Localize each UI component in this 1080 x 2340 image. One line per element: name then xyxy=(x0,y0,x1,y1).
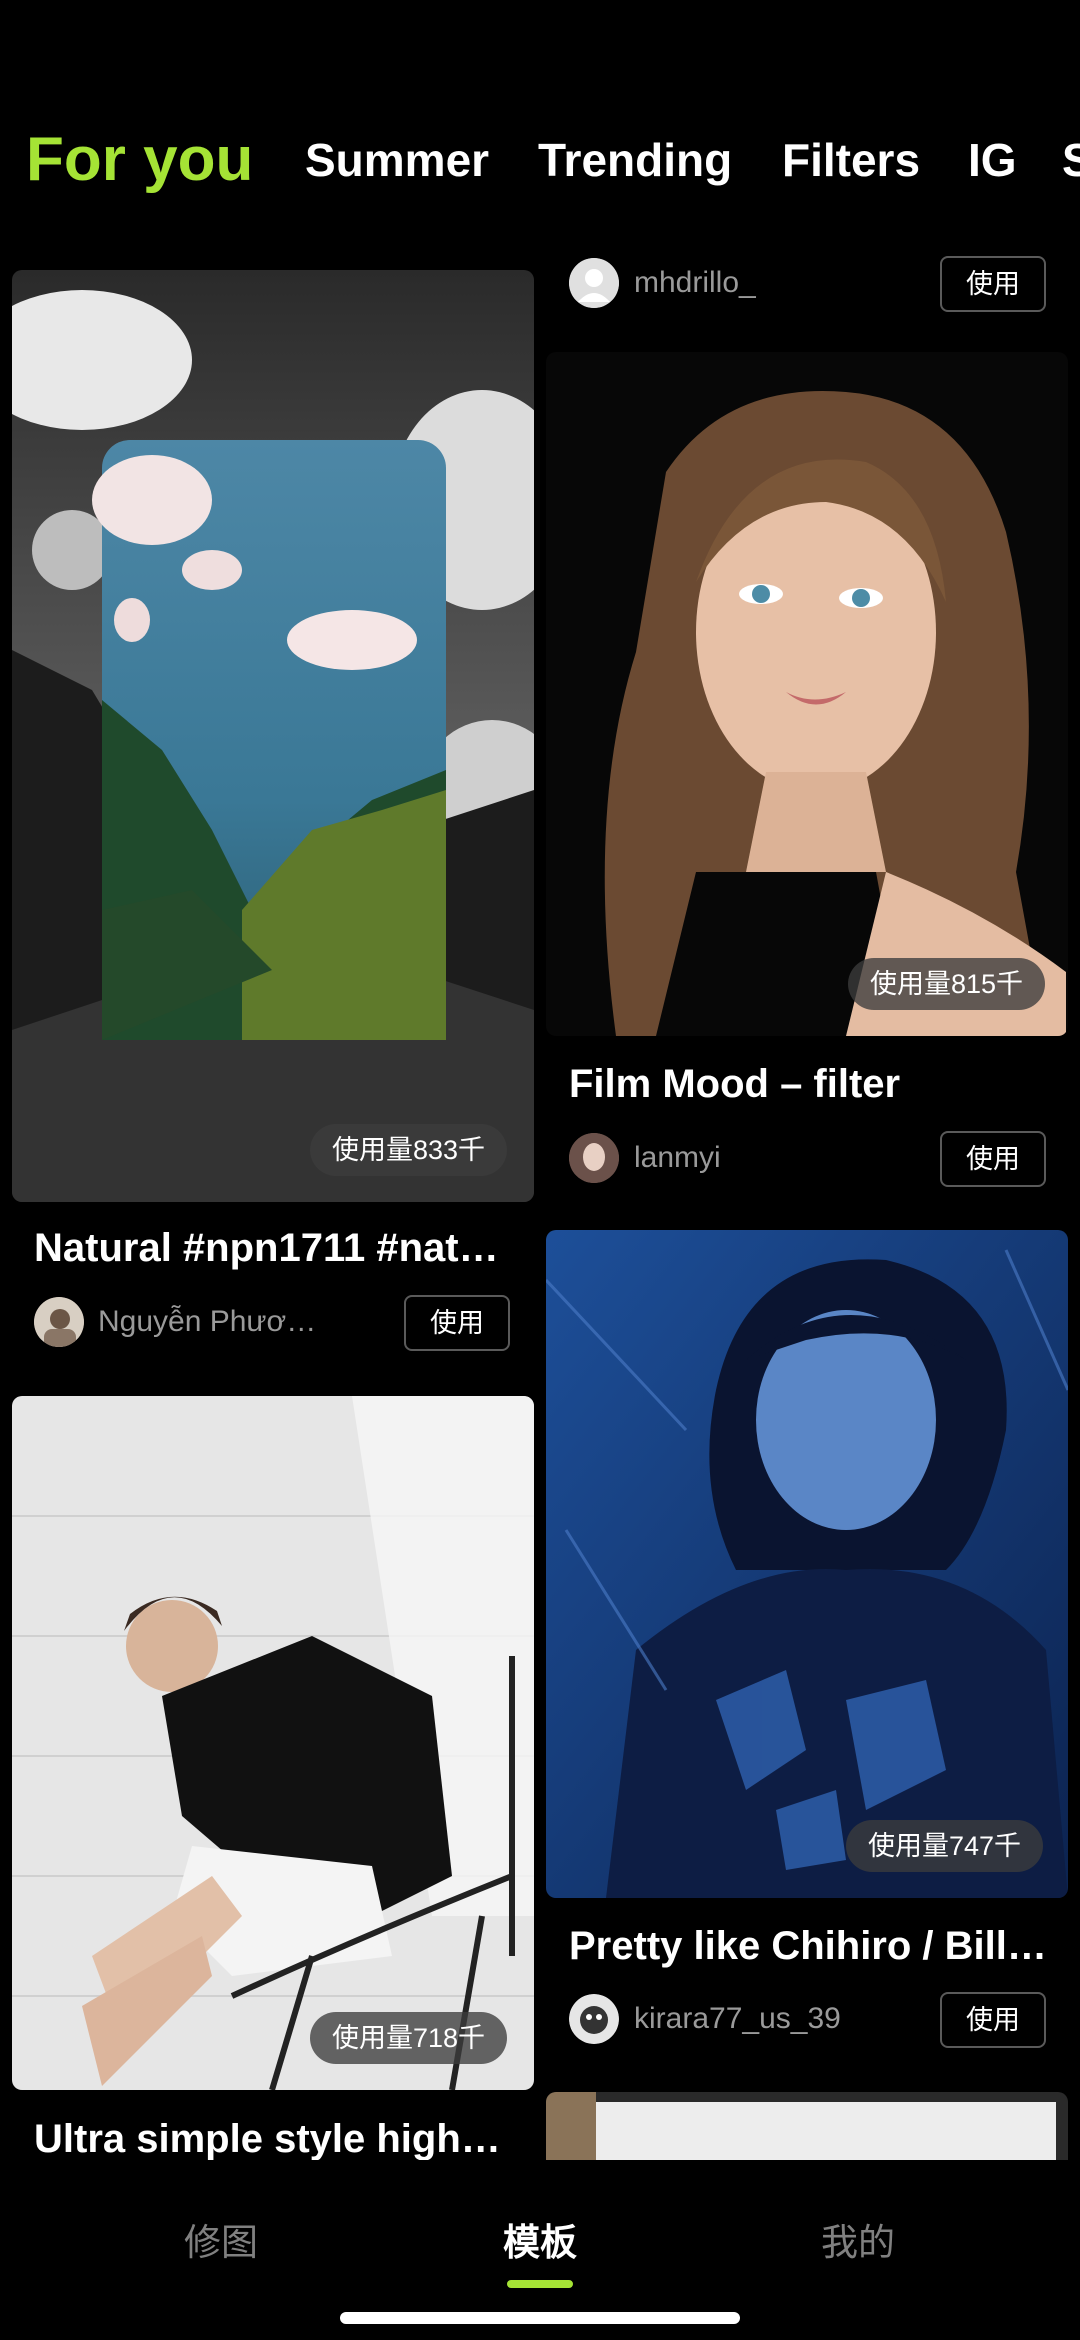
bottom-nav: 修图 模板 我的 xyxy=(0,2160,1080,2340)
avatar[interactable] xyxy=(569,1994,619,2044)
app-screen: For you Summer Trending Filters IG S 使用量… xyxy=(0,0,1080,2340)
avatar-image xyxy=(569,1994,619,2044)
inner-photo xyxy=(92,440,446,1040)
nav-templates[interactable]: 模板 xyxy=(460,2212,620,2266)
portrait-photo-girl xyxy=(546,352,1068,1036)
tab-for-you[interactable]: For you xyxy=(26,112,253,208)
use-button[interactable]: 使用 xyxy=(940,256,1046,312)
usage-badge: 使用量718千 xyxy=(310,2012,508,2064)
avatar[interactable] xyxy=(569,258,619,308)
home-indicator xyxy=(340,2312,740,2324)
active-tab-indicator xyxy=(507,2280,573,2288)
landscape-photo xyxy=(12,270,534,1202)
avatar[interactable] xyxy=(569,1133,619,1183)
card-ultra-title[interactable]: Ultra simple style high… xyxy=(34,2117,504,2162)
use-button[interactable]: 使用 xyxy=(940,1131,1046,1187)
avatar-image xyxy=(34,1297,84,1347)
card-natural-title[interactable]: Natural #npn1711 #nat… xyxy=(34,1226,504,1271)
avatar[interactable] xyxy=(34,1297,84,1347)
category-tabs: For you Summer Trending Filters IG S xyxy=(0,112,1080,208)
username[interactable]: kirara77_us_39 xyxy=(634,1994,924,2044)
use-button[interactable]: 使用 xyxy=(940,1992,1046,2048)
nav-me[interactable]: 我的 xyxy=(778,2212,938,2266)
tab-ig[interactable]: IG xyxy=(968,112,1017,208)
card-pretty-title[interactable]: Pretty like Chihiro / Bill… xyxy=(569,1924,1049,1969)
usage-badge: 使用量833千 xyxy=(310,1124,508,1176)
username[interactable]: lanmyi xyxy=(634,1133,914,1183)
username[interactable]: Nguyễn Phươ… xyxy=(98,1297,318,1347)
default-avatar-icon xyxy=(569,258,619,308)
portrait-photo-blue xyxy=(546,1230,1068,1898)
username[interactable]: mhdrillo_ xyxy=(634,258,914,308)
tab-filters[interactable]: Filters xyxy=(782,112,920,208)
avatar-image xyxy=(569,1133,619,1183)
tab-s[interactable]: S xyxy=(1062,112,1080,208)
partial-photo xyxy=(546,2092,1068,2162)
tab-trending[interactable]: Trending xyxy=(538,112,732,208)
card-partial-image[interactable] xyxy=(546,2092,1068,2162)
card-film-mood-image[interactable] xyxy=(546,352,1068,1036)
card-pretty-image[interactable] xyxy=(546,1230,1068,1898)
card-natural-image[interactable] xyxy=(12,270,534,1202)
use-button[interactable]: 使用 xyxy=(404,1295,510,1351)
usage-badge: 使用量747千 xyxy=(846,1820,1044,1872)
card-ultra-image[interactable] xyxy=(12,1396,534,2090)
tab-summer[interactable]: Summer xyxy=(305,112,489,208)
card-film-mood-title[interactable]: Film Mood – filter xyxy=(569,1062,1049,1107)
usage-badge: 使用量815千 xyxy=(848,958,1046,1010)
nav-edit[interactable]: 修图 xyxy=(141,2212,301,2266)
portrait-photo-chair xyxy=(12,1396,534,2090)
